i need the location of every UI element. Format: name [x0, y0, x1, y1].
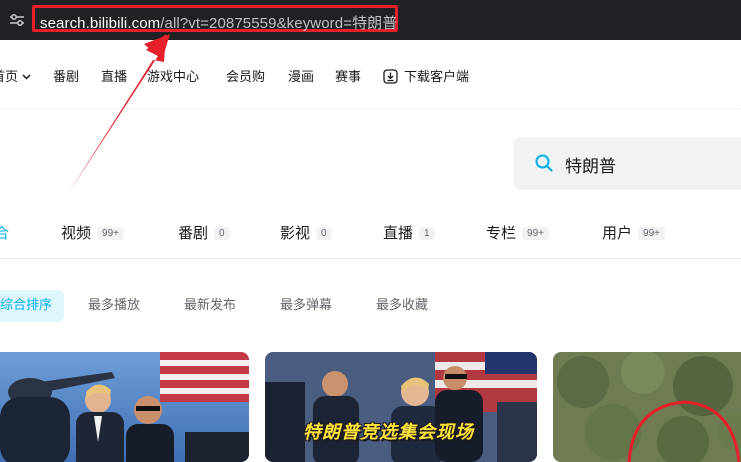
- chevron-down-icon: [22, 74, 31, 80]
- browser-toolbar: search.bilibili.com/all?vt=20875559&keyw…: [0, 0, 741, 40]
- nav-item-vip-shop[interactable]: 会员购: [226, 66, 265, 85]
- tab-video[interactable]: 视频 99+: [61, 222, 124, 243]
- search-result-tabs: 合 视频 99+ 番剧 0 影视 0 直播 1 专栏 99+ 用户 99+: [0, 208, 741, 259]
- nav-item-game-center[interactable]: 游戏中心: [147, 66, 199, 85]
- thumbnail-image: [265, 352, 537, 462]
- search-input[interactable]: 特朗普: [513, 137, 741, 190]
- tab-label: 番剧: [178, 224, 209, 242]
- tab-users[interactable]: 用户 99+: [602, 222, 665, 243]
- tab-anime[interactable]: 番剧 0: [178, 222, 230, 243]
- video-card-thumbnail[interactable]: [0, 352, 249, 462]
- tab-label: 影视: [280, 224, 311, 242]
- nav-item-esports[interactable]: 赛事: [335, 66, 361, 85]
- tab-count-badge: 1: [419, 227, 435, 240]
- tab-count-badge: 0: [316, 227, 332, 240]
- tab-label: 直播: [383, 224, 414, 242]
- tab-count-badge: 0: [214, 227, 230, 240]
- tab-label: 视频: [61, 224, 92, 242]
- sort-newest[interactable]: 最新发布: [172, 290, 248, 322]
- site-header-nav: 首页 番剧 直播 游戏中心 会员购 漫画 赛事 下载客户端: [0, 40, 741, 108]
- tab-movies-tv[interactable]: 影视 0: [280, 222, 332, 243]
- video-card-thumbnail[interactable]: 特朗普竞选集会现场: [265, 352, 537, 462]
- nav-item-download-client[interactable]: 下载客户端: [383, 66, 469, 85]
- site-settings-icon[interactable]: [8, 11, 26, 29]
- url-text: search.bilibili.com/all?vt=20875559&keyw…: [40, 12, 397, 33]
- thumbnail-caption: 特朗普竞选集会现场: [303, 422, 474, 443]
- sort-most-favorited[interactable]: 最多收藏: [364, 290, 440, 322]
- download-label: 下载客户端: [404, 69, 470, 84]
- thumbnail-image: [0, 352, 249, 462]
- tab-articles[interactable]: 专栏 99+: [486, 222, 549, 243]
- sort-comprehensive[interactable]: 综合排序: [0, 290, 65, 322]
- nav-home-label: 首页: [0, 69, 19, 84]
- nav-item-live[interactable]: 直播: [101, 66, 127, 85]
- download-icon: [383, 69, 398, 84]
- tab-label: 用户: [602, 224, 633, 242]
- tab-count-badge: 99+: [638, 227, 665, 240]
- sort-most-played[interactable]: 最多播放: [76, 290, 152, 322]
- tab-live[interactable]: 直播 1: [383, 222, 435, 243]
- search-input-value: 特朗普: [565, 157, 616, 177]
- url-path: /all?vt=20875559&keyword=特朗普: [160, 15, 398, 32]
- url-host: search.bilibili.com: [40, 15, 161, 32]
- nav-item-anime[interactable]: 番剧: [53, 66, 79, 85]
- search-icon[interactable]: [535, 154, 553, 172]
- sort-most-danmaku[interactable]: 最多弹幕: [268, 290, 344, 322]
- tab-all[interactable]: 合: [0, 222, 9, 243]
- nav-home[interactable]: 首页: [0, 66, 31, 85]
- tab-count-badge: 99+: [97, 227, 124, 240]
- address-bar[interactable]: search.bilibili.com/all?vt=20875559&keyw…: [32, 5, 398, 32]
- thumbnail-image: [553, 352, 741, 462]
- video-card-thumbnail[interactable]: [553, 352, 741, 462]
- tab-label: 专栏: [486, 224, 517, 242]
- tab-label: 合: [0, 224, 10, 242]
- nav-item-manga[interactable]: 漫画: [288, 66, 314, 85]
- tab-count-badge: 99+: [522, 227, 549, 240]
